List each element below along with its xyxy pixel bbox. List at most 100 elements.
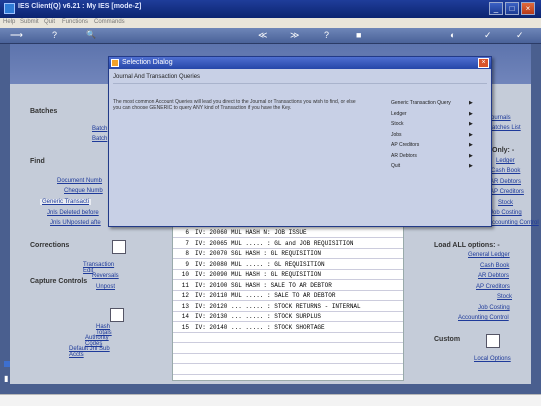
find-generic-transaction[interactable]: Generic Transacti — [40, 199, 92, 205]
title-bar: IES Client(Q) v6.21 : My IES [mode-Z] _ … — [0, 0, 541, 18]
job-costing-link[interactable]: Job Costing — [490, 210, 522, 216]
dialog-option[interactable]: Quit — [391, 163, 479, 169]
dialog-title: Selection Dialog — [122, 59, 173, 66]
find-jnls-unposted[interactable]: Jnls UNposted afte — [50, 220, 101, 226]
reversals-link[interactable]: Reversals — [92, 273, 119, 279]
dialog-close-button[interactable]: × — [478, 58, 489, 68]
search-icon[interactable]: 🔍 — [86, 30, 96, 39]
side-indicator-icon — [4, 361, 10, 367]
find-document-number[interactable]: Document Numb — [57, 178, 102, 184]
table-row[interactable]: 15 IV: 20140 ... ..... : STOCK SHORTAGE — [173, 324, 403, 333]
help-icon[interactable]: ? — [52, 30, 57, 40]
dialog-option[interactable]: Ledger — [391, 111, 479, 117]
dialog-option[interactable]: AR Debtors — [391, 153, 479, 159]
chevron-right-icon: ▶ — [469, 152, 473, 159]
dialog-separator — [113, 83, 487, 84]
custom-icon — [486, 334, 500, 348]
row-number: 6 — [185, 229, 189, 236]
load-general-ledger[interactable]: General Ledger — [468, 252, 510, 258]
load-cash-book[interactable]: Cash Book — [480, 263, 509, 269]
custom-header: Custom — [434, 336, 461, 343]
row-text: IV: 20120 ... ..... : STOCK RETURNS - IN… — [195, 302, 361, 310]
row-number: 8 — [185, 250, 189, 257]
table-row[interactable]: 13 IV: 20120 ... ..... : STOCK RETURNS - … — [173, 303, 403, 312]
close-button[interactable]: × — [521, 2, 535, 15]
table-row[interactable]: 14 IV: 20130 ... ..... : STOCK SURPLUS — [173, 313, 403, 322]
row-text: IV: 20110 MUL ..... : SALE TO AR DEBTOR — [195, 292, 336, 299]
refresh-icon[interactable]: ◐ — [450, 30, 455, 40]
dialog-title-bar: Selection Dialog × — [109, 57, 491, 69]
menu-submit[interactable]: Submit — [20, 19, 39, 25]
empty-table-row — [173, 345, 403, 354]
selection-dialog: Selection Dialog × Journal And Transacti… — [108, 56, 492, 227]
table-row[interactable]: 6 IV: 20060 MUL HASH N: JOB ISSUE — [173, 229, 403, 238]
dialog-option[interactable]: Generic Transaction Query — [391, 100, 479, 106]
load-job-costing[interactable]: Job Costing — [478, 305, 510, 311]
row-text: IV: 20140 ... ..... : STOCK SHORTAGE — [195, 323, 325, 331]
app-title: IES Client(Q) v6.21 : My IES [mode-Z] — [18, 3, 142, 10]
transaction-list[interactable]: 6 IV: 20060 MUL HASH N: JOB ISSUE 7 IV: 200… — [172, 225, 404, 381]
table-row[interactable]: 12 IV: 20110 MUL ..... : SALE TO AR DEBTO… — [173, 292, 403, 301]
unpost-link[interactable]: Unpost — [96, 284, 115, 290]
table-row[interactable]: 8 IV: 20070 SGL HASH : GL REQUISITION — [173, 250, 403, 259]
dialog-option[interactable]: AP Creditors — [391, 142, 479, 148]
application-window: IES Client(Q) v6.21 : My IES [mode-Z] _ … — [0, 0, 541, 406]
load-accounting-control[interactable]: Accounting Control — [458, 315, 509, 321]
row-number: 14 — [181, 313, 189, 320]
table-row[interactable]: 11 IV: 20100 SGL HASH : SALE TO AR DEBTOR — [173, 282, 403, 291]
batch-link-2[interactable]: Batch — [92, 136, 107, 142]
row-text: IV: 20130 ... ..... : STOCK SURPLUS — [195, 313, 322, 320]
find-jnls-deleted[interactable]: Jnls Deleted before — [47, 210, 99, 216]
capture-controls-header: Capture Controls — [30, 278, 88, 285]
chevron-right-icon: ▶ — [469, 110, 473, 117]
row-text: IV: 20090 MUL HASH : GL REQUISITION — [195, 271, 322, 278]
forward-icon[interactable]: ≫ — [290, 30, 299, 41]
chevron-right-icon: ▶ — [469, 163, 473, 169]
minimize-button[interactable]: _ — [489, 2, 503, 15]
menu-commands[interactable]: Commands — [94, 19, 125, 25]
row-number: 12 — [181, 292, 189, 299]
ledger-link[interactable]: Ledger — [496, 158, 515, 164]
load-stock[interactable]: Stock — [497, 294, 512, 300]
default-jnl-sub-accts-link[interactable]: Default Jnl Sub Accts — [69, 346, 110, 358]
table-row[interactable]: 7 IV: 20065 MUL ..... : GL and JOB REQUIS… — [173, 240, 403, 249]
stock-link[interactable]: Stock — [498, 200, 513, 206]
back-icon[interactable]: ≪ — [258, 30, 267, 41]
table-row[interactable]: 9 IV: 20080 MUL ..... : GL REQUISITION — [173, 261, 403, 270]
query-icon[interactable]: ? — [324, 30, 329, 40]
row-number: 10 — [181, 271, 189, 278]
check-icon[interactable]: ✓ — [484, 30, 492, 41]
menu-functions[interactable]: Functions — [62, 19, 88, 25]
local-options-link[interactable]: Local Options — [474, 356, 511, 362]
row-number: 13 — [181, 302, 189, 310]
menu-help[interactable]: Help — [3, 19, 15, 25]
dialog-description: The most common Account Queries will lea… — [113, 99, 356, 111]
ap-creditors-link[interactable]: AP Creditors — [490, 189, 524, 195]
stop-icon[interactable]: ■ — [356, 30, 361, 40]
menu-quit[interactable]: Quit — [44, 19, 55, 25]
load-ar-debtors[interactable]: AR Debtors — [478, 273, 509, 279]
dialog-option[interactable]: Jobs — [391, 132, 479, 138]
dialog-subtitle: Journal And Transaction Queries — [113, 74, 201, 80]
load-ap-creditors[interactable]: AP Creditors — [476, 284, 510, 290]
ar-debtors-link[interactable]: AR Debtors — [490, 179, 521, 185]
chevron-right-icon: ▶ — [469, 142, 473, 148]
cash-book-link[interactable]: Cash Book — [491, 168, 520, 174]
batch-link-1[interactable]: Batch — [92, 126, 107, 132]
row-number: 9 — [185, 260, 189, 268]
maximize-button[interactable]: □ — [505, 2, 519, 15]
key-icon[interactable]: ⟶ — [10, 30, 23, 41]
batches-list-link[interactable]: Batches List — [488, 125, 521, 131]
dialog-icon — [111, 59, 119, 67]
menu-bar: Help Submit Quit Functions Commands — [0, 18, 541, 28]
dialog-option[interactable]: Stock — [391, 121, 479, 127]
table-row[interactable]: 10 IV: 20090 MUL HASH : GL REQUISITION — [173, 271, 403, 280]
accounting-control-link[interactable]: Accounting Control — [488, 220, 539, 226]
app-icon — [4, 3, 15, 14]
row-text: IV: 20060 MUL HASH N: JOB ISSUE — [195, 229, 307, 236]
confirm-icon[interactable]: ✓ — [516, 30, 524, 41]
only-header: Only: - — [492, 147, 515, 154]
side-marker-icon: ▮ — [4, 374, 9, 383]
find-cheque-number[interactable]: Cheque Numb — [64, 188, 103, 194]
toolbar: ⟶ ? 🔍 ≪ ≫ ? ■ ◐ ✓ ✓ — [0, 28, 541, 44]
